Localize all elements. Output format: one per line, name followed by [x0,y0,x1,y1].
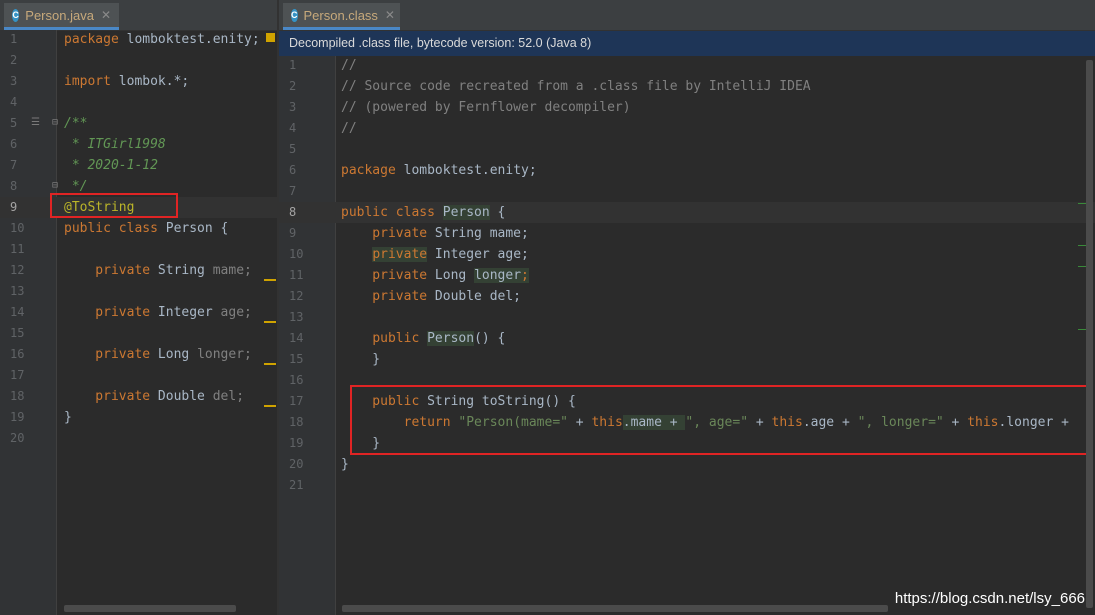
tab-label: Person.class [303,7,378,23]
warning-marker [264,279,276,281]
warning-marker [264,321,276,323]
code-line: * 2020-1-12 [64,158,158,173]
tab-label: Person.java [25,7,94,23]
tab-person-java[interactable]: C Person.java ✕ [4,3,119,30]
tab-person-class[interactable]: C Person.class ✕ [283,3,400,30]
code-line: private Double del; [64,389,245,404]
code-line: package lomboktest.enity; [341,163,537,178]
code-line: } [341,352,381,367]
close-icon[interactable]: ✕ [101,8,111,22]
warning-marker [264,363,276,365]
code-line: private String mame; [64,263,252,278]
decompiled-info-bar: Decompiled .class file, bytecode version… [279,31,1095,56]
code-line: // [341,121,357,136]
code-line: private String mame; [341,226,529,241]
code-line: private Long longer; [64,347,252,362]
code-line: import lombok.*; [64,74,190,89]
code-line: public Person() { [372,331,506,346]
code-line: private Integer age; [372,247,529,262]
code-line: package lomboktest.enity; [64,32,260,47]
structure-icon[interactable]: ☰ [31,117,40,128]
code-line: /** [64,116,88,131]
code-line: public class Person { [341,205,506,220]
code-line: // [341,58,357,73]
close-icon[interactable]: ✕ [385,8,395,22]
code-line: // Source code recreated from a .class f… [341,79,811,94]
left-gutter [0,30,57,615]
highlight-box-tostring [350,385,1089,455]
left-tab-bar: C Person.java ✕ [0,0,277,31]
vertical-scrollbar[interactable] [1086,60,1093,608]
horizontal-scrollbar[interactable] [342,605,888,612]
java-class-icon: C [12,8,20,22]
watermark: https://blog.csdn.net/lsy_666 [894,590,1085,607]
warning-marker [264,405,276,407]
code-line: private Double del; [341,289,522,304]
fold-icon[interactable]: ⊟ [52,180,58,191]
right-gutter [279,56,336,615]
code-line: } [64,410,72,425]
code-line: private Long longer; [341,268,529,283]
code-line: // (powered by Fernflower decompiler) [341,100,631,115]
code-line: * ITGirl1998 [64,137,166,152]
java-class-icon: C [291,8,298,22]
warning-icon[interactable] [266,33,275,42]
code-line: } [341,457,349,472]
highlight-box-annotation [50,193,178,218]
code-line: public class Person { [64,221,229,236]
horizontal-scrollbar[interactable] [64,605,236,612]
fold-icon[interactable]: ⊟ [52,117,58,128]
right-tab-bar: C Person.class ✕ [279,0,1095,31]
code-line: private Integer age; [64,305,252,320]
